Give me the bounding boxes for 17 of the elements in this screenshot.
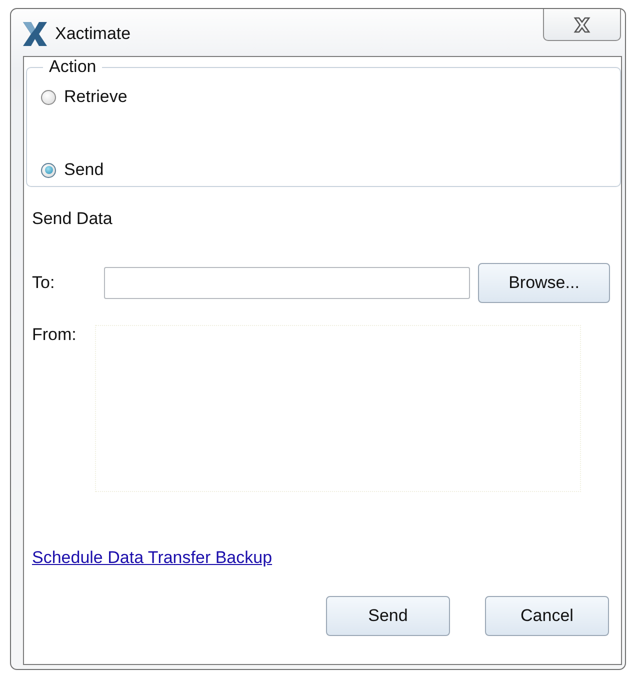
send-button[interactable]: Send [326, 596, 450, 636]
schedule-link[interactable]: Schedule Data Transfer Backup [32, 548, 272, 568]
radio-label[interactable]: Send [64, 160, 104, 180]
to-label: To: [32, 273, 56, 293]
close-button[interactable] [543, 9, 621, 41]
radio-label[interactable]: Retrieve [64, 87, 128, 107]
cancel-button[interactable]: Cancel [485, 596, 609, 636]
radio-button[interactable] [41, 90, 56, 104]
from-label: From: [32, 325, 78, 345]
to-field[interactable] [104, 267, 470, 299]
section-title: Send Data [32, 209, 114, 229]
close-icon [573, 16, 591, 32]
logo-icon [23, 22, 47, 46]
radio-button[interactable] [41, 162, 56, 178]
browse-button[interactable]: Browse... [478, 263, 610, 303]
group-label: Action [48, 57, 98, 77]
window-title: Xactimate [55, 24, 131, 44]
